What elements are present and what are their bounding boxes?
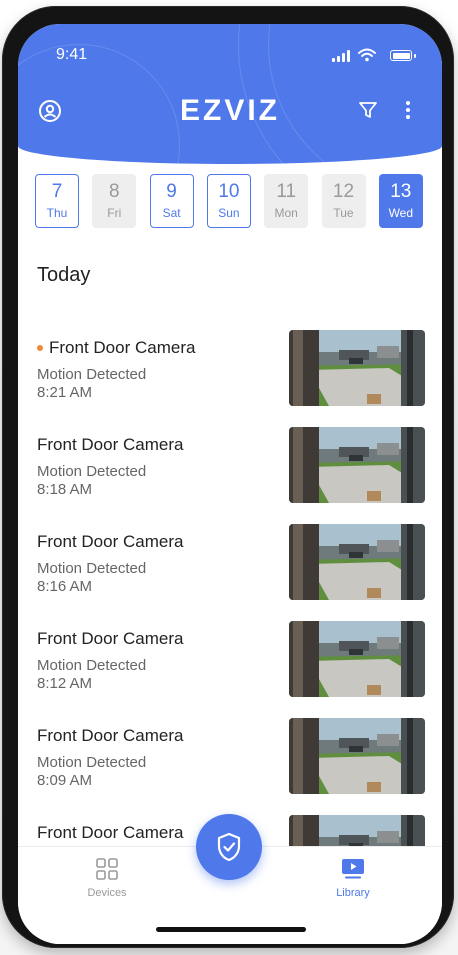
date-number: 13 [390,181,412,202]
filter-icon [359,102,377,118]
event-camera-name: Front Door Camera [37,435,184,454]
video-library-icon [342,859,364,879]
grid-icon [96,858,118,880]
app-screen: 9:41 EZVIZ 7 Thu 8 Fri 9 Sat 10 Sun 11 M… [18,24,442,944]
event-time: 8:21 AM [37,384,93,401]
security-fab-button[interactable] [196,814,262,880]
date-chip: 11 Mon [264,174,309,228]
filter-button[interactable] [354,96,382,124]
date-chip: 12 Tue [321,174,366,228]
camera-snapshot-image [289,621,425,697]
event-thumbnail[interactable] [289,330,425,406]
event-item[interactable]: Front Door Camera Motion Detected 8:18 AM [18,427,442,507]
event-thumbnail[interactable] [289,427,425,503]
event-camera-name: Front Door Camera [49,338,196,357]
tab-devices-label: Devices [87,887,127,899]
camera-snapshot-image [289,718,425,794]
camera-snapshot-image [289,427,425,503]
more-button[interactable] [394,96,422,124]
event-time: 8:09 AM [37,772,93,789]
event-camera-name: Front Door Camera [37,629,184,648]
unread-indicator [37,345,43,351]
app-header: 9:41 EZVIZ [18,24,442,164]
date-chip[interactable]: 10 Sun [206,174,251,228]
date-weekday: Thu [46,206,68,220]
date-weekday: Sun [218,206,240,220]
date-weekday: Fri [107,206,122,220]
section-title: Today [37,264,91,286]
date-chip: 8 Fri [92,174,137,228]
event-item[interactable]: Front Door Camera Motion Detected 8:09 AM [18,718,442,798]
event-camera-name: Front Door Camera [37,726,184,745]
tab-library-label: Library [336,887,370,899]
date-number: 9 [166,181,177,202]
wifi-icon [358,48,376,62]
date-number: 10 [218,181,240,202]
event-type: Motion Detected [37,754,147,771]
date-number: 11 [276,181,297,202]
event-thumbnail[interactable] [289,524,425,600]
event-thumbnail[interactable] [289,718,425,794]
event-type: Motion Detected [37,560,147,577]
event-type: Motion Detected [37,463,147,480]
event-type: Motion Detected [37,366,147,383]
battery-tip [414,54,416,58]
event-camera-name: Front Door Camera [37,823,184,842]
status-time: 9:41 [56,46,88,63]
event-item[interactable]: Front Door Camera Motion Detected 8:12 AM [18,621,442,701]
shield-check-icon [217,832,241,862]
date-weekday: Sat [162,206,181,220]
date-chip[interactable]: 13 Wed [378,174,423,228]
date-weekday: Mon [274,206,298,220]
event-item[interactable]: Front Door Camera Motion Detected 8:16 AM [18,524,442,604]
event-time: 8:18 AM [37,481,93,498]
date-chip[interactable]: 9 Sat [149,174,194,228]
home-indicator [156,927,306,932]
phone-frame: 9:41 EZVIZ 7 Thu 8 Fri 9 Sat 10 Sun 11 M… [2,6,454,948]
event-time: 8:12 AM [37,675,93,692]
date-number: 12 [332,181,355,202]
cellular-signal-icon [332,50,350,62]
camera-snapshot-image [289,330,425,406]
more-vertical-icon [406,101,410,119]
app-bar: EZVIZ [18,92,442,132]
battery-icon [390,50,412,61]
event-item[interactable]: Front Door Camera Motion Detected 8:21 AM [18,330,442,410]
date-weekday: Wed [388,206,414,220]
date-number: 8 [109,181,120,202]
event-thumbnail[interactable] [289,621,425,697]
date-number: 7 [51,181,63,202]
date-chip[interactable]: 7 Thu [35,174,79,228]
tab-devices[interactable]: Devices [62,857,152,899]
event-type: Motion Detected [37,657,147,674]
camera-snapshot-image [289,524,425,600]
date-selector: 7 Thu 8 Fri 9 Sat 10 Sun 11 Mon 12 Tue 13 Wed [35,174,425,230]
status-bar: 9:41 [18,46,442,66]
date-weekday: Tue [333,206,354,220]
tab-library[interactable]: Library [308,857,398,899]
event-time: 8:16 AM [37,578,93,595]
event-camera-name: Front Door Camera [37,532,184,551]
